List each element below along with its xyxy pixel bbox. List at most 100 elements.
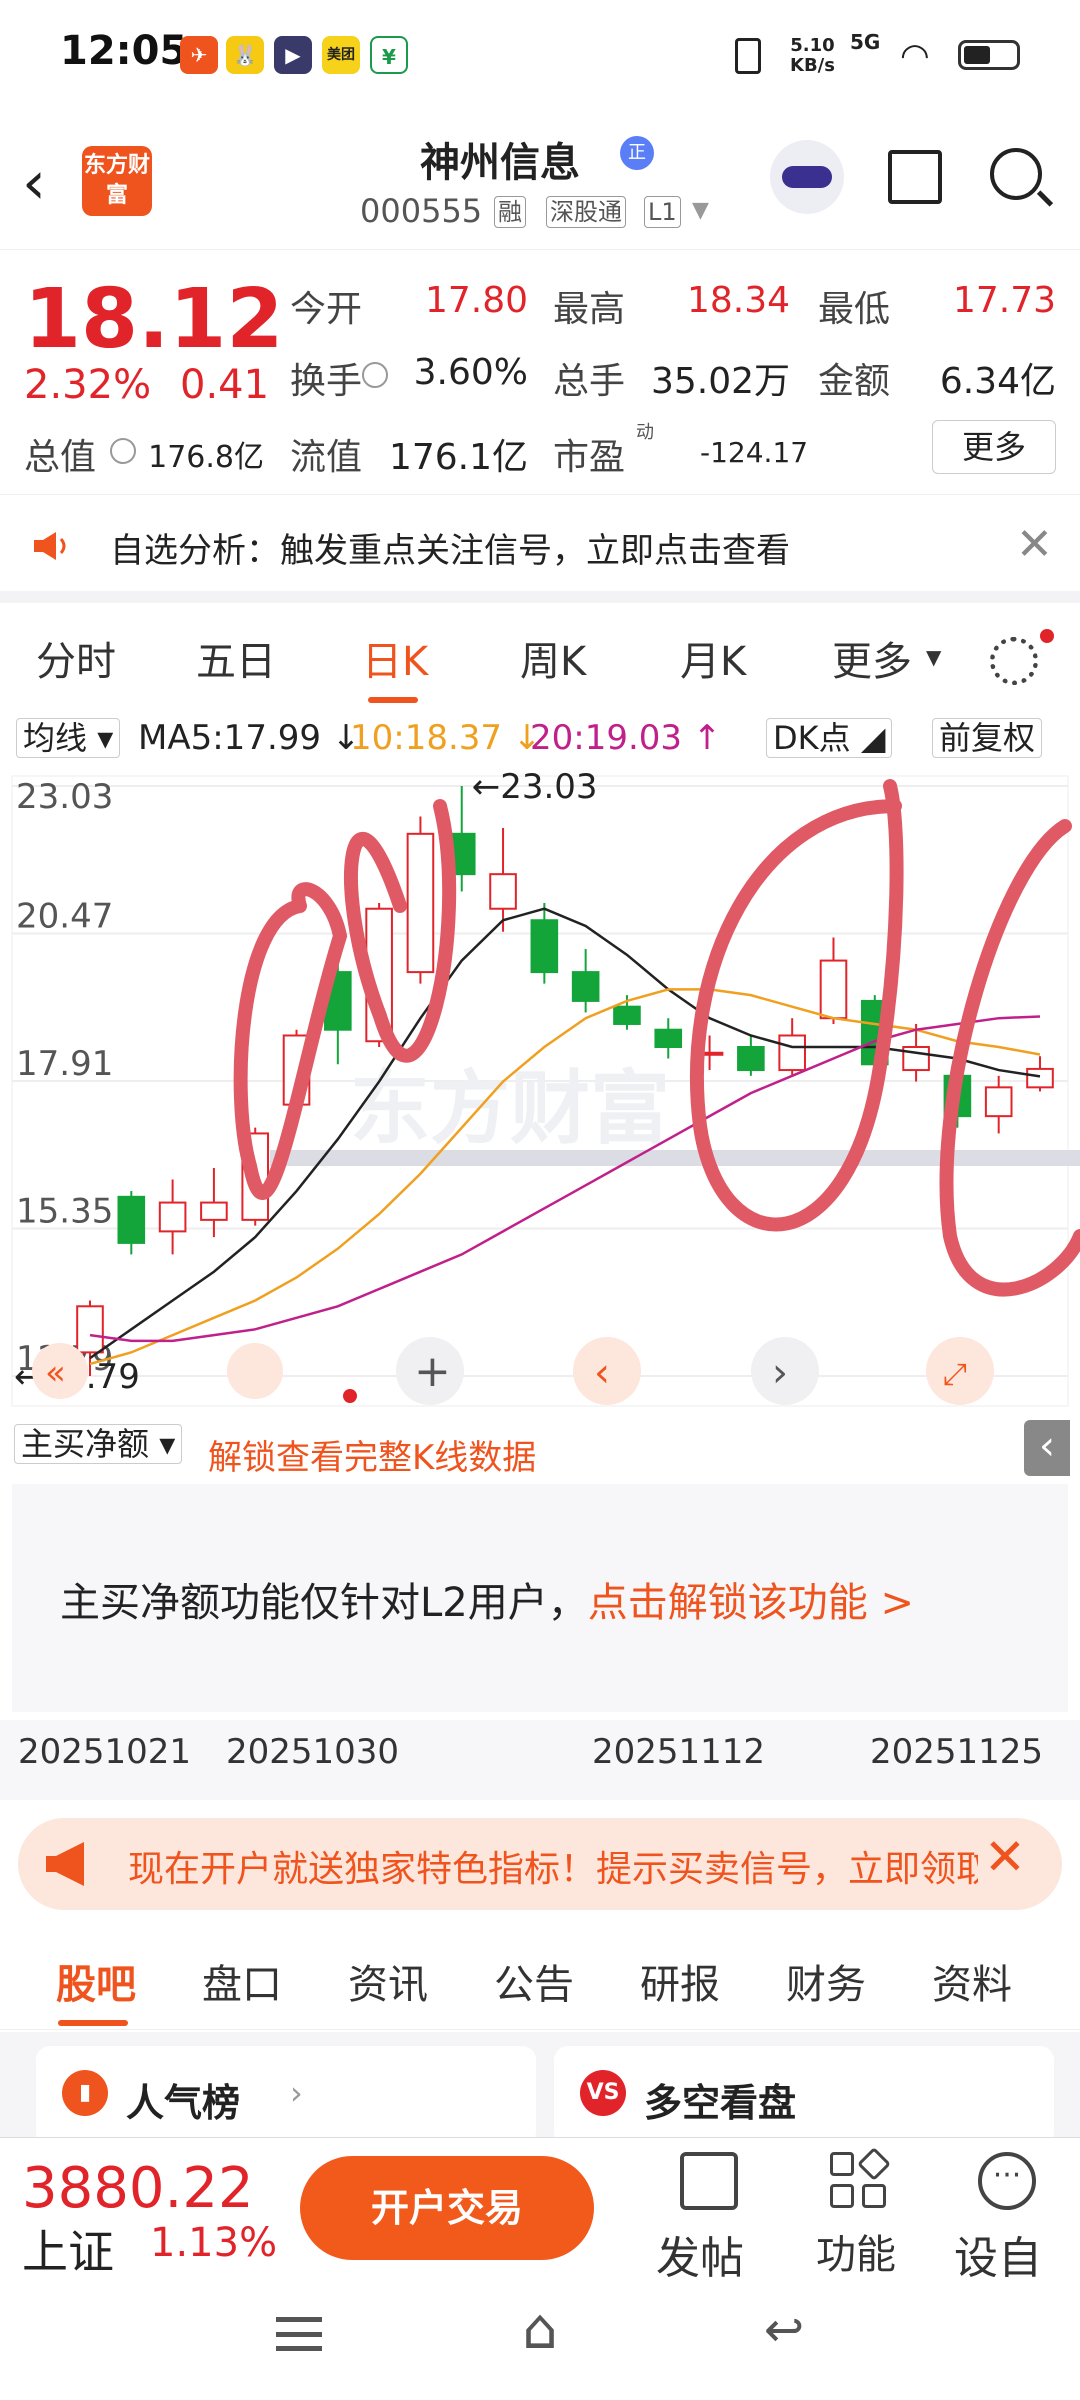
grid-icon[interactable] [830, 2147, 891, 2210]
tab-intraday[interactable]: 分时 [36, 629, 116, 687]
candle-body [819, 959, 848, 1020]
candle-body [613, 1005, 641, 1025]
info-icon[interactable] [110, 438, 136, 464]
tab-announcements[interactable]: 公告 [494, 1952, 574, 2010]
candle-body [117, 1195, 146, 1244]
collapse-panel-icon[interactable]: ‹ [1024, 1420, 1070, 1476]
y-tick-label: 17.91 [16, 1044, 113, 1084]
unlock-feature-link[interactable]: 点击解锁该功能 > [588, 1580, 914, 1626]
tab-five-day[interactable]: 五日 [196, 629, 276, 687]
meituan-icon: 美团 [322, 36, 360, 74]
back-nav-icon[interactable]: ↩ [756, 2306, 812, 2357]
tab-more[interactable]: 更多 [832, 629, 912, 687]
dk-point-button[interactable]: DK点 ◢ [766, 718, 893, 758]
app-logo[interactable]: 东方财富 [82, 146, 152, 216]
home-icon[interactable]: ⌂ [510, 2302, 570, 2358]
bottom-action-bar: 3880.22 上证 1.13% 开户交易 发帖 功能 ··· 设自 [0, 2137, 1080, 2284]
status-bar: 12:05 ✈ 🐰 ▶ 美团 ¥ 5.10 KB/s 5G ◠ [0, 0, 1080, 110]
tab-finance[interactable]: 财务 [786, 1952, 866, 2010]
candle-body [984, 1086, 1013, 1118]
edit-icon[interactable] [680, 2152, 738, 2210]
vs-icon: VS [580, 2070, 626, 2116]
ai-assistant-icon[interactable] [770, 140, 844, 214]
functions-button[interactable]: 功能 [816, 2222, 896, 2280]
date-label: 20251112 [592, 1732, 766, 1772]
info-icon[interactable] [362, 362, 388, 388]
adjust-selector[interactable]: 前复权 [932, 718, 1043, 758]
more-dots-icon[interactable]: ··· [978, 2152, 1036, 2210]
unlock-link[interactable]: 解锁查看完整K线数据 [208, 1430, 536, 1479]
candle-body [489, 873, 517, 910]
chevron-right-icon: › [772, 1350, 788, 1396]
ma20-value: 20:19.03 ↑ [530, 718, 722, 758]
system-nav-bar: ⌂ ↩ [0, 2277, 1080, 2400]
tab-weekly-k[interactable]: 周K [520, 629, 586, 687]
date-label: 20251030 [226, 1732, 400, 1772]
notice-text[interactable]: 自选分析：触发重点关注信号，立即点击查看 [110, 523, 790, 572]
vibrate-icon [735, 38, 761, 74]
date-label: 20251021 [18, 1732, 192, 1772]
candle-body [1026, 1067, 1054, 1089]
search-icon[interactable] [990, 148, 1042, 200]
tab-order-book[interactable]: 盘口 [202, 1952, 282, 2010]
ma-selector[interactable]: 均线 ▾ [16, 718, 121, 758]
expand-icon: ⤢ [943, 1357, 967, 1392]
notice-banner[interactable]: 自选分析：触发重点关注信号，立即点击查看 ✕ [0, 495, 1080, 603]
index-name[interactable]: 上证 [22, 2216, 114, 2282]
change-percent: 2.32% [24, 362, 152, 408]
tab-news[interactable]: 资讯 [348, 1952, 428, 2010]
promo-banner[interactable]: 现在开户就送独家特色指标！提示买卖信号，立即领取 ✕ [18, 1818, 1062, 1910]
settings-icon[interactable] [990, 637, 1038, 685]
open-account-trade-button[interactable]: 开户交易 [300, 2156, 594, 2260]
candle-body [406, 832, 435, 974]
high-value: 18.34 [686, 280, 790, 321]
stock-name: 神州信息 [420, 140, 580, 186]
indicator-panel-body: 主买净额功能仅针对L2用户，点击解锁该功能 > [12, 1484, 1068, 1712]
chevron-right-icon: › [290, 2074, 303, 2112]
plus-icon: + [414, 1346, 451, 1397]
speaker-icon [34, 532, 66, 560]
index-value[interactable]: 3880.22 [22, 2156, 254, 2221]
float-cap-value: 176.1亿 [388, 437, 528, 478]
index-change[interactable]: 1.13% [150, 2220, 277, 2266]
tab-research[interactable]: 研报 [640, 1952, 720, 2010]
video-app-icon: ▶ [274, 36, 312, 74]
chevron-down-icon[interactable]: ▼ [926, 645, 941, 669]
megaphone-icon [46, 1842, 84, 1886]
rabbit-app-icon: 🐰 [226, 36, 264, 74]
kline-chart[interactable]: 东方财富 23.0320.4717.9115.3512.79 ←23.03 ←1… [0, 766, 1080, 1416]
candle-body [778, 1034, 806, 1072]
margin-tag: 融 [494, 196, 526, 228]
candle-body [76, 1305, 104, 1354]
pe-label: 市盈 [553, 437, 626, 478]
date-label: 20251125 [870, 1732, 1044, 1772]
ma5-value: MA5:17.99 ↓ [138, 718, 361, 758]
tab-profile[interactable]: 资料 [932, 1952, 1012, 2010]
turnover-label: 换手 [290, 361, 363, 402]
popularity-card[interactable]: ▮ 人气榜 › [36, 2046, 536, 2146]
close-icon[interactable]: ✕ [984, 1828, 1026, 1886]
tab-forum[interactable]: 股吧 [56, 1952, 136, 2010]
pe-dynamic-mark: 动 [636, 422, 654, 443]
back-icon[interactable]: ‹ [22, 148, 46, 218]
card-title: 人气榜 [126, 2081, 241, 2125]
menu-icon[interactable] [276, 2317, 322, 2351]
share-icon[interactable] [888, 150, 942, 204]
candle-body [654, 1028, 683, 1049]
tab-monthly-k[interactable]: 月K [680, 629, 746, 687]
net-buy-selector[interactable]: 主买净额 ▾ [14, 1424, 183, 1464]
rank-icon: ▮ [62, 2070, 108, 2116]
network-speed: 5.10 KB/s [790, 35, 835, 76]
tab-daily-k[interactable]: 日K [362, 629, 428, 687]
quote-panel: 18.12 2.32% 0.41 今开 17.80 最高 18.34 最低 17… [0, 250, 1080, 495]
more-button[interactable]: 更多 [932, 420, 1056, 474]
max-price-label: ←23.03 [472, 767, 598, 807]
promo-text[interactable]: 现在开户就送独家特色指标！提示买卖信号，立即领取 [128, 1840, 978, 1892]
low-label: 最低 [818, 289, 891, 330]
close-icon[interactable]: ✕ [1016, 519, 1053, 570]
event-dot [343, 1389, 357, 1403]
chevron-down-icon[interactable]: ▼ [692, 198, 709, 223]
bull-bear-card[interactable]: VS 多空看盘 [554, 2046, 1054, 2146]
signal-icon: 5G [850, 30, 881, 54]
stock-header: ‹ 东方财富 神州信息 正 000555 融 深股通 L1 ▼ [0, 110, 1080, 250]
